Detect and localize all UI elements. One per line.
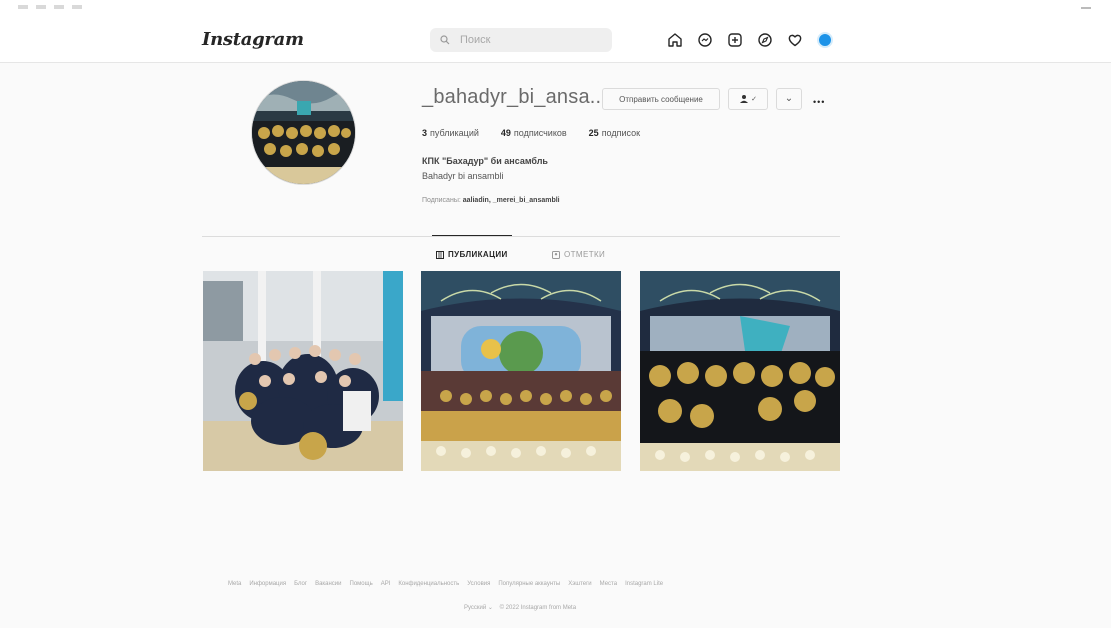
profile-avatar-icon — [817, 32, 833, 48]
footer-link[interactable]: Блог — [294, 581, 307, 587]
profile-picture[interactable] — [251, 80, 356, 185]
post-thumbnail-2[interactable] — [421, 271, 621, 471]
footer-link[interactable]: Условия — [467, 581, 490, 587]
top-navbar: Instagram — [0, 18, 1111, 63]
footer-link[interactable]: Помощь — [350, 581, 373, 587]
messenger-icon[interactable] — [694, 29, 716, 51]
chevron-down-icon: ⌄ — [784, 93, 794, 104]
explore-icon[interactable] — [754, 29, 776, 51]
footer-link[interactable]: Популярные аккаунты — [498, 581, 560, 587]
footer-link[interactable]: Информация — [249, 581, 286, 587]
footer-link[interactable]: Meta — [228, 581, 241, 587]
following-check: ✓ — [751, 96, 757, 103]
nav-icons — [664, 29, 836, 51]
active-tab-indicator — [432, 235, 512, 236]
tabs-divider — [202, 236, 840, 237]
footer-link[interactable]: Вакансии — [315, 581, 341, 587]
posts-stat: 3 публикаций — [422, 128, 479, 138]
profile-stats: 3 публикаций 49 подписчиков 25 подписок — [422, 128, 640, 138]
home-icon[interactable] — [664, 29, 686, 51]
language-selector[interactable]: Русский ⌄ — [464, 605, 493, 611]
window-controls — [18, 5, 88, 9]
footer-link[interactable]: Хэштеги — [568, 581, 591, 587]
nav-avatar[interactable] — [814, 29, 836, 51]
suggestions-chevron-button[interactable]: ⌄ — [776, 88, 802, 110]
profile-bio: Bahadyr bi ansambli — [422, 171, 504, 181]
tab-posts[interactable]: ПУБЛИКАЦИИ — [436, 250, 508, 259]
tag-icon — [552, 250, 560, 259]
minimize-icon[interactable] — [1081, 7, 1091, 9]
send-message-button[interactable]: Отправить сообщение — [602, 88, 720, 110]
footer-link[interactable]: API — [381, 581, 391, 587]
post-thumbnail-1[interactable] — [203, 271, 403, 471]
person-icon — [740, 95, 749, 103]
copyright-text: © 2022 Instagram from Meta — [499, 605, 577, 611]
photo-group-hall — [203, 271, 403, 471]
grid-icon — [436, 250, 444, 259]
following-button[interactable]: ✓ — [728, 88, 768, 110]
photo-stage-wide — [421, 271, 621, 471]
footer-links: Meta Информация Блог Вакансии Помощь API… — [228, 581, 828, 587]
photo-stage-flag — [640, 271, 840, 471]
footer-link[interactable]: Конфиденциальность — [398, 581, 459, 587]
post-thumbnail-3[interactable] — [640, 271, 840, 471]
footer-copyright: Русский ⌄ © 2022 Instagram from Meta — [0, 604, 1040, 611]
footer-link[interactable]: Места — [600, 581, 617, 587]
followers-stat[interactable]: 49 подписчиков — [501, 128, 567, 138]
search-icon — [440, 35, 450, 45]
profile-username: _bahadyr_bi_ansa... — [422, 86, 608, 108]
followed-by[interactable]: Подписаны: aaliadin, _merei_bi_ansambli — [422, 197, 560, 204]
following-stat[interactable]: 25 подписок — [589, 128, 640, 138]
tab-tagged[interactable]: ОТМЕТКИ — [552, 250, 605, 259]
search-input[interactable] — [430, 28, 612, 52]
footer-link[interactable]: Instagram Lite — [625, 581, 663, 587]
instagram-logo[interactable]: Instagram — [202, 29, 304, 50]
browser-top-strip — [0, 0, 1111, 18]
new-post-icon[interactable] — [724, 29, 746, 51]
profile-full-name: КПК "Бахадур" би ансамбль — [422, 156, 548, 166]
more-options-icon[interactable]: ••• — [813, 92, 835, 107]
activity-heart-icon[interactable] — [784, 29, 806, 51]
more-dots: ••• — [813, 97, 826, 107]
